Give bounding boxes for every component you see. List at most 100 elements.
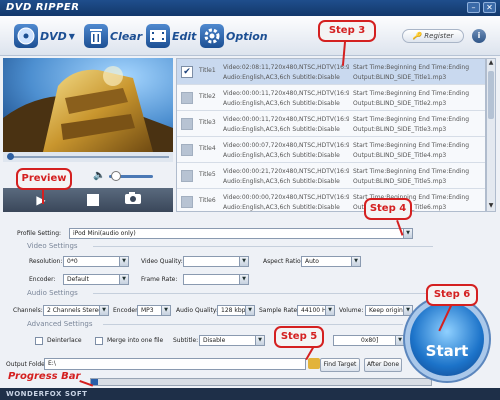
output-folder-input[interactable]: E:\ bbox=[44, 358, 306, 370]
chevron-down-icon: ▼ bbox=[255, 336, 264, 345]
title-bar: DVD RIPPER – ✕ bbox=[0, 0, 500, 16]
footer-bar: WONDERFOX SOFT bbox=[0, 388, 500, 400]
scroll-thumb[interactable] bbox=[488, 71, 494, 119]
sample-rate-label: Sample Rate: bbox=[259, 307, 300, 314]
title-output-file: Output:BLIND_SIDE_Title3.mp3 bbox=[353, 126, 447, 133]
stop-icon[interactable] bbox=[87, 194, 99, 206]
title-output-file: Output:BLIND_SIDE_Title4.mp3 bbox=[353, 152, 447, 159]
title-output-file: Output:BLIND_SIDE_Title5.mp3 bbox=[353, 178, 447, 185]
aspect-ratio-select[interactable]: Auto ▼ bbox=[301, 256, 361, 267]
chevron-down-icon: ▼ bbox=[161, 306, 170, 315]
encoder-label: Encoder: bbox=[29, 276, 56, 283]
title-time-range: Start Time:Beginning End Time:Ending bbox=[353, 64, 470, 71]
dvd-label: DVD bbox=[40, 29, 67, 43]
video-preview bbox=[3, 58, 173, 152]
seek-bar[interactable] bbox=[3, 152, 173, 162]
info-button[interactable]: i bbox=[472, 29, 486, 43]
title-row[interactable]: ✔ Title1 Video:02:08:11,720x480,NTSC,HDTV(… bbox=[177, 59, 485, 85]
deinterlace-checkbox[interactable] bbox=[35, 337, 43, 345]
title-media-info: Video:00:00:00,720x480,NTSC,HDTV(16:9) Au… bbox=[223, 193, 349, 211]
title-time-range: Start Time:Beginning End Time:Ending bbox=[353, 90, 470, 97]
minimize-button[interactable]: – bbox=[467, 2, 480, 13]
divider bbox=[93, 293, 433, 294]
deinterlace-label: Deinterlace bbox=[47, 337, 82, 344]
resolution-value: 0*0 bbox=[67, 258, 78, 265]
title-row[interactable]: Title5 Video:00:00:21,720x480,NTSC,HDTV(1… bbox=[177, 163, 485, 189]
title-row[interactable]: Title6 Video:00:00:00,720x480,NTSC,HDTV(1… bbox=[177, 189, 485, 211]
option-button[interactable]: Option bbox=[200, 22, 268, 50]
title-media-info: Video:00:00:11,720x480,NTSC,HDTV(16:9) Au… bbox=[223, 115, 349, 135]
edit-button[interactable]: Edit bbox=[146, 22, 196, 50]
audio-encoder-value: MP3 bbox=[141, 307, 154, 314]
title-output-info: Start Time:Beginning End Time:Ending Outp… bbox=[353, 63, 477, 83]
close-button[interactable]: ✕ bbox=[483, 2, 496, 13]
audio-encoder-label: Encoder: bbox=[113, 307, 140, 314]
chevron-down-icon[interactable]: ▼ bbox=[69, 32, 75, 41]
title-checkbox[interactable] bbox=[181, 118, 193, 130]
preview-callout: Preview bbox=[16, 168, 72, 190]
title-name: Title2 bbox=[199, 93, 216, 100]
step6-callout: Step 6 bbox=[426, 284, 478, 306]
title-checkbox[interactable]: ✔ bbox=[181, 66, 193, 78]
audio-track-select[interactable]: 0x80] ▼ bbox=[333, 335, 405, 346]
channels-select[interactable]: 2 Channels Stereo ▼ bbox=[43, 305, 109, 316]
speaker-icon[interactable]: 🔈 bbox=[93, 170, 105, 181]
after-done-button[interactable]: After Done bbox=[364, 358, 402, 372]
chevron-down-icon: ▼ bbox=[351, 257, 360, 266]
register-button[interactable]: 🔑 Register bbox=[402, 29, 464, 43]
profile-select[interactable]: iPod Mini(audio only) ▼ bbox=[69, 228, 413, 239]
find-target-button[interactable]: Find Target bbox=[320, 358, 360, 372]
scroll-down-icon[interactable]: ▼ bbox=[487, 202, 495, 211]
volume-select[interactable]: Keep origina ▼ bbox=[365, 305, 413, 316]
title-checkbox[interactable] bbox=[181, 170, 193, 182]
camera-icon[interactable] bbox=[123, 191, 143, 209]
advanced-settings-heading: Advanced Settings bbox=[27, 320, 93, 328]
step3-callout: Step 3 bbox=[318, 20, 376, 42]
audio-encoder-select[interactable]: MP3 ▼ bbox=[137, 305, 171, 316]
title-audio-info: Audio:English,AC3,6ch Subtitle:Disable bbox=[223, 204, 340, 211]
aspect-ratio-label: Aspect Ratio: bbox=[263, 258, 303, 265]
audio-quality-select[interactable]: 128 kbps ▼ bbox=[217, 305, 255, 316]
sample-rate-select[interactable]: 44100 Hz ▼ bbox=[297, 305, 335, 316]
volume-handle[interactable] bbox=[111, 171, 121, 181]
title-video-info: Video:00:00:00,720x480,NTSC,HDTV(16:9) bbox=[223, 194, 349, 201]
title-audio-info: Audio:English,AC3,6ch Subtitle:Disable bbox=[223, 178, 340, 185]
volume-value: Keep origina bbox=[369, 307, 407, 314]
title-audio-info: Audio:English,AC3,6ch Subtitle:Disable bbox=[223, 152, 340, 159]
title-row[interactable]: Title2 Video:00:00:11,720x480,NTSC,HDTV(1… bbox=[177, 85, 485, 111]
encoder-select[interactable]: Default ▼ bbox=[63, 274, 129, 285]
title-media-info: Video:00:00:07,720x480,NTSC,HDTV(16:9) Au… bbox=[223, 141, 349, 161]
title-checkbox[interactable] bbox=[181, 144, 193, 156]
play-icon[interactable]: ▶ bbox=[31, 191, 51, 209]
title-output-info: Start Time:Beginning End Time:Ending Outp… bbox=[353, 167, 477, 187]
subtitle-value: Disable bbox=[203, 337, 226, 344]
title-row[interactable]: Title4 Video:00:00:07,720x480,NTSC,HDTV(1… bbox=[177, 137, 485, 163]
volume-label: Volume: bbox=[339, 307, 364, 314]
merge-label: Merge into one file bbox=[107, 337, 164, 344]
title-video-info: Video:00:00:11,720x480,NTSC,HDTV(16:9) bbox=[223, 116, 349, 123]
video-quality-select[interactable]: ▼ bbox=[183, 256, 249, 267]
toolbar: DVD ▼ Clear Edit Option 🔑 Register i bbox=[0, 16, 500, 56]
title-video-info: Video:00:00:21,720x480,NTSC,HDTV(16:9) bbox=[223, 168, 349, 175]
divider bbox=[103, 324, 403, 325]
chevron-down-icon: ▼ bbox=[99, 306, 108, 315]
title-media-info: Video:02:08:11,720x480,NTSC,HDTV(16:9) Au… bbox=[223, 63, 349, 83]
scroll-up-icon[interactable]: ▲ bbox=[487, 59, 495, 68]
frame-rate-select[interactable]: ▼ bbox=[183, 274, 249, 285]
title-row[interactable]: Title3 Video:00:00:11,720x480,NTSC,HDTV(1… bbox=[177, 111, 485, 137]
resolution-select[interactable]: 0*0 ▼ bbox=[63, 256, 129, 267]
brand-logo: WONDERFOX SOFT bbox=[6, 390, 88, 398]
titles-scrollbar[interactable]: ▲ ▼ bbox=[486, 58, 496, 212]
clear-button[interactable]: Clear bbox=[84, 22, 142, 50]
title-output-info: Start Time:Beginning End Time:Ending Outp… bbox=[353, 141, 477, 161]
dvd-button[interactable]: DVD ▼ bbox=[14, 22, 75, 50]
seek-handle[interactable] bbox=[7, 153, 14, 160]
title-checkbox[interactable] bbox=[181, 196, 193, 208]
folder-icon[interactable] bbox=[308, 358, 320, 369]
subtitle-select[interactable]: Disable ▼ bbox=[199, 335, 265, 346]
start-label[interactable]: Start bbox=[410, 342, 484, 360]
title-audio-info: Audio:English,AC3,6ch Subtitle:Disable bbox=[223, 74, 340, 81]
preview-pointer bbox=[42, 190, 44, 204]
title-checkbox[interactable] bbox=[181, 92, 193, 104]
merge-checkbox[interactable] bbox=[95, 337, 103, 345]
